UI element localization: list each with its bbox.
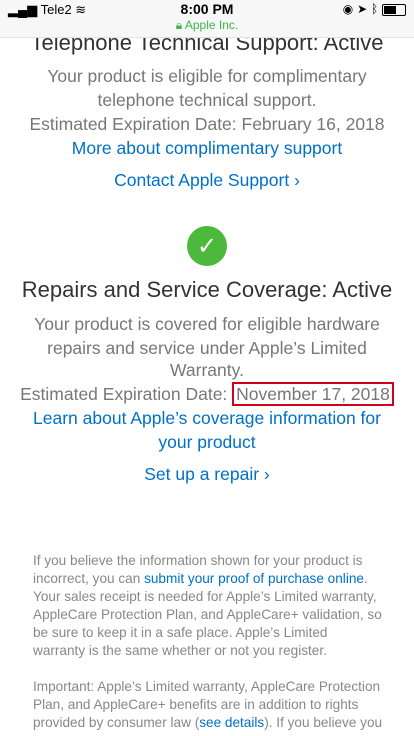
repairs-expiration: Estimated Expiration Date: November 17, … [0, 382, 414, 406]
site-name: Apple Inc. [184, 18, 239, 32]
lock-icon: 🔒︎ [175, 18, 183, 32]
status-icons: ◉ ➤ ᛒ [343, 2, 406, 16]
status-bar: ▂▄▆ Tele2 ≋ 8:00 PM 🔒︎ Apple Inc. ◉ ➤ ᛒ [0, 0, 414, 38]
url-bar[interactable]: 🔒︎ Apple Inc. [0, 18, 414, 33]
learn-coverage-link-2[interactable]: your product [0, 432, 414, 453]
location-icon: ➤ [357, 2, 368, 16]
submit-proof-link[interactable]: submit your proof of purchase online [144, 571, 364, 586]
battery-icon [382, 3, 406, 16]
important-paragraph: Important: Apple’s Limited warranty, App… [33, 678, 383, 732]
rotation-lock-icon: ◉ [342, 2, 354, 16]
p2-text-after: ). If you believe you [264, 715, 383, 730]
repairs-desc-3: Warranty. [170, 360, 244, 380]
setup-repair-link[interactable]: Set up a repair › [0, 464, 414, 485]
expiration-label: Estimated Expiration Date: [20, 384, 233, 404]
bluetooth-icon: ᛒ [370, 2, 379, 16]
proof-of-purchase-paragraph: If you believe the information shown for… [33, 552, 383, 660]
contact-support-link[interactable]: Contact Apple Support › [0, 170, 414, 191]
more-support-link[interactable]: More about complimentary support [0, 138, 414, 159]
see-details-link[interactable]: see details [199, 715, 264, 730]
telephone-desc-1: Your product is eligible for complimenta… [47, 66, 367, 86]
expiration-date-highlighted: November 17, 2018 [232, 382, 394, 406]
repairs-desc-2: repairs and service under Apple’s Limite… [47, 338, 367, 358]
checkmark-icon: ✓ [187, 226, 227, 266]
telephone-expiration: Estimated Expiration Date: February 16, … [29, 114, 385, 134]
learn-coverage-link-1[interactable]: Learn about Apple’s coverage information… [0, 408, 414, 429]
repairs-title: Repairs and Service Coverage: Active [21, 277, 393, 302]
repairs-desc-1: Your product is covered for eligible har… [34, 314, 380, 334]
telephone-desc-2: telephone technical support. [97, 90, 317, 110]
